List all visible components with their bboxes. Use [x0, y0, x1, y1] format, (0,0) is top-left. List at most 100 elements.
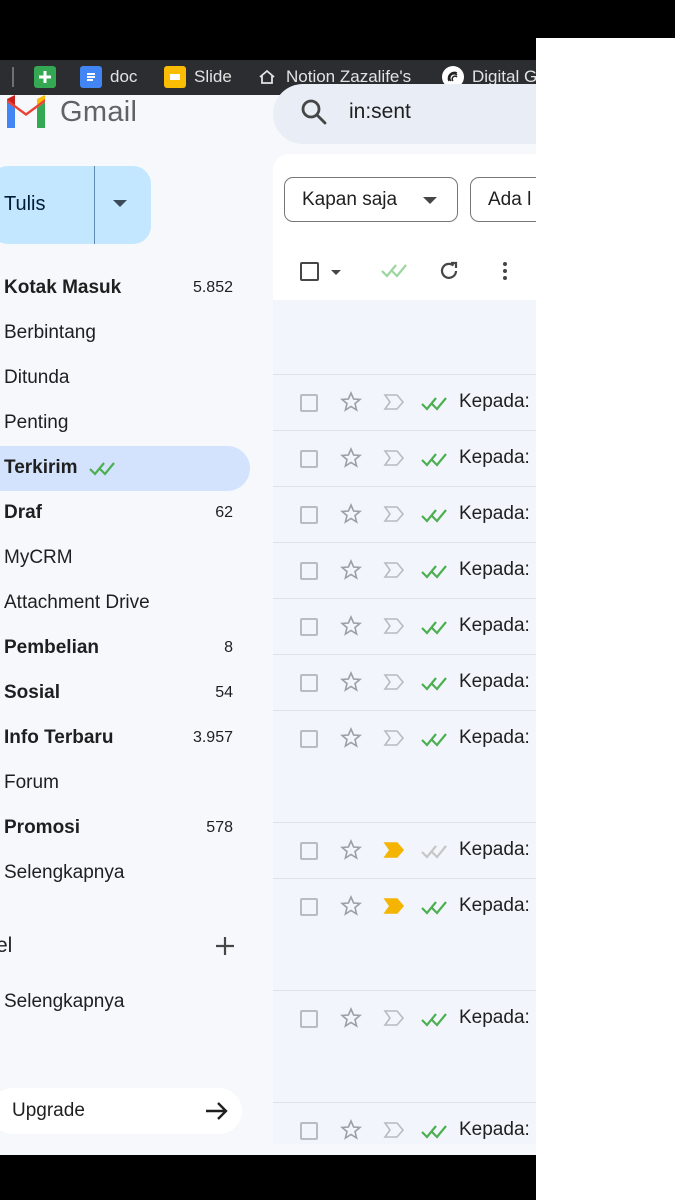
importance-marker-icon[interactable] [383, 617, 405, 635]
sidebar-item-promotions[interactable]: Promosi 578 [0, 806, 250, 851]
email-row[interactable]: Kepada: [273, 374, 536, 430]
sidebar-item-label: Kotak Masuk [4, 277, 122, 298]
star-icon[interactable] [340, 895, 362, 917]
row-checkbox[interactable] [300, 674, 318, 692]
gmail-m-icon [7, 95, 45, 128]
search-input[interactable]: in:sent [349, 100, 411, 124]
row-checkbox[interactable] [300, 450, 318, 468]
importance-marker-icon[interactable] [383, 897, 405, 915]
star-icon[interactable] [340, 447, 362, 469]
sidebar-item-purchases[interactable]: Pembelian 8 [0, 626, 250, 671]
sidebar-item-social[interactable]: Sosial 54 [0, 671, 250, 716]
row-checkbox[interactable] [300, 1010, 318, 1028]
select-all-checkbox[interactable] [300, 262, 319, 281]
email-row[interactable]: Kepada: [273, 430, 536, 486]
sidebar-item-drafts[interactable]: Draf 62 [0, 491, 250, 536]
email-row[interactable]: Kepada: [273, 990, 536, 1046]
bookmark-doc[interactable]: doc [80, 64, 137, 90]
sidebar-item-label: Attachment Drive [4, 592, 150, 613]
star-icon[interactable] [340, 1119, 362, 1141]
sidebar-item-updates[interactable]: Info Terbaru 3.957 [0, 716, 250, 761]
sidebar-item-attachment-drive[interactable]: Attachment Drive [0, 581, 250, 626]
bookmarks-divider [12, 67, 14, 87]
email-recipient: Kepada: [459, 895, 530, 916]
double-check-icon [421, 509, 447, 523]
importance-marker-icon[interactable] [383, 505, 405, 523]
sidebar-item-inbox[interactable]: Kotak Masuk 5.852 [0, 266, 250, 311]
star-icon[interactable] [340, 671, 362, 693]
star-icon[interactable] [340, 727, 362, 749]
filter-chip-has[interactable]: Ada l [470, 177, 536, 222]
importance-marker-icon[interactable] [383, 841, 405, 859]
sidebar-item-label: Selengkapnya [4, 991, 125, 1012]
photo-frame: doc Slide Notion Zazalife's Digital G Gm… [0, 0, 675, 1200]
sidebar-item-sent[interactable]: Terkirim [0, 446, 250, 491]
chevron-down-icon[interactable] [331, 270, 341, 275]
row-checkbox[interactable] [300, 506, 318, 524]
importance-marker-icon[interactable] [383, 561, 405, 579]
star-icon[interactable] [340, 615, 362, 637]
filter-chip-time[interactable]: Kapan saja [284, 177, 458, 222]
email-row[interactable]: Kepada: [273, 486, 536, 542]
upgrade-button[interactable]: Upgrade [0, 1088, 242, 1134]
more-vert-icon[interactable] [500, 260, 510, 282]
bookmark-label: doc [110, 67, 138, 86]
double-check-icon [421, 1125, 447, 1139]
search-bar[interactable]: in:sent [273, 84, 536, 144]
filter-chip-label: Ada l [488, 189, 532, 210]
labels-heading: el [0, 934, 13, 957]
upgrade-label: Upgrade [12, 1100, 85, 1121]
email-row[interactable]: Kepada: [273, 654, 536, 710]
double-check-icon [421, 397, 447, 411]
plus-icon[interactable] [213, 934, 237, 958]
email-row[interactable]: Kepada: [273, 878, 536, 934]
importance-marker-icon[interactable] [383, 1009, 405, 1027]
chevron-down-icon[interactable] [113, 200, 127, 207]
row-checkbox[interactable] [300, 1122, 318, 1140]
email-row[interactable]: Kepada: [273, 1102, 536, 1144]
list-toolbar [273, 242, 536, 300]
email-row[interactable]: Kepada: [273, 598, 536, 654]
row-checkbox[interactable] [300, 618, 318, 636]
importance-marker-icon[interactable] [383, 1121, 405, 1139]
sidebar-item-more[interactable]: Selengkapnya [0, 851, 250, 896]
star-icon[interactable] [340, 503, 362, 525]
sidebar-item-forums[interactable]: Forum [0, 761, 250, 806]
sidebar-item-label: MyCRM [4, 547, 73, 568]
bookmark-sheets[interactable] [34, 64, 64, 90]
sidebar-item-label: Forum [4, 772, 59, 793]
double-check-icon [421, 453, 447, 467]
importance-marker-icon[interactable] [383, 393, 405, 411]
sidebar-item-label: Ditunda [4, 367, 70, 388]
sidebar-item-important[interactable]: Penting [0, 401, 250, 446]
row-checkbox[interactable] [300, 898, 318, 916]
row-checkbox[interactable] [300, 394, 318, 412]
row-checkbox[interactable] [300, 730, 318, 748]
bookmark-slide[interactable]: Slide [164, 64, 232, 90]
row-checkbox[interactable] [300, 562, 318, 580]
gmail-logo[interactable]: Gmail [4, 94, 137, 130]
sidebar-item-label: Pembelian [4, 637, 100, 658]
sidebar-item-mycrm[interactable]: MyCRM [0, 536, 250, 581]
email-row[interactable]: Kepada: [273, 822, 536, 878]
row-checkbox[interactable] [300, 842, 318, 860]
importance-marker-icon[interactable] [383, 673, 405, 691]
importance-marker-icon[interactable] [383, 729, 405, 747]
star-icon[interactable] [340, 1007, 362, 1029]
star-icon[interactable] [340, 391, 362, 413]
blank-panel [536, 38, 675, 1200]
sidebar-item-snoozed[interactable]: Ditunda [0, 356, 250, 401]
star-icon[interactable] [340, 839, 362, 861]
labels-more[interactable]: Selengkapnya [0, 980, 250, 1025]
compose-button[interactable]: Tulis [0, 166, 151, 244]
refresh-icon[interactable] [438, 260, 460, 282]
star-icon[interactable] [340, 559, 362, 581]
search-icon[interactable] [299, 97, 329, 127]
gmail-window: doc Slide Notion Zazalife's Digital G Gm… [0, 60, 536, 1155]
email-row[interactable]: Kepada: [273, 710, 536, 766]
email-row[interactable]: Kepada: [273, 542, 536, 598]
double-check-icon[interactable] [380, 262, 410, 280]
sidebar-item-starred[interactable]: Berbintang [0, 311, 250, 356]
bookmark-label: Slide [194, 67, 232, 86]
importance-marker-icon[interactable] [383, 449, 405, 467]
